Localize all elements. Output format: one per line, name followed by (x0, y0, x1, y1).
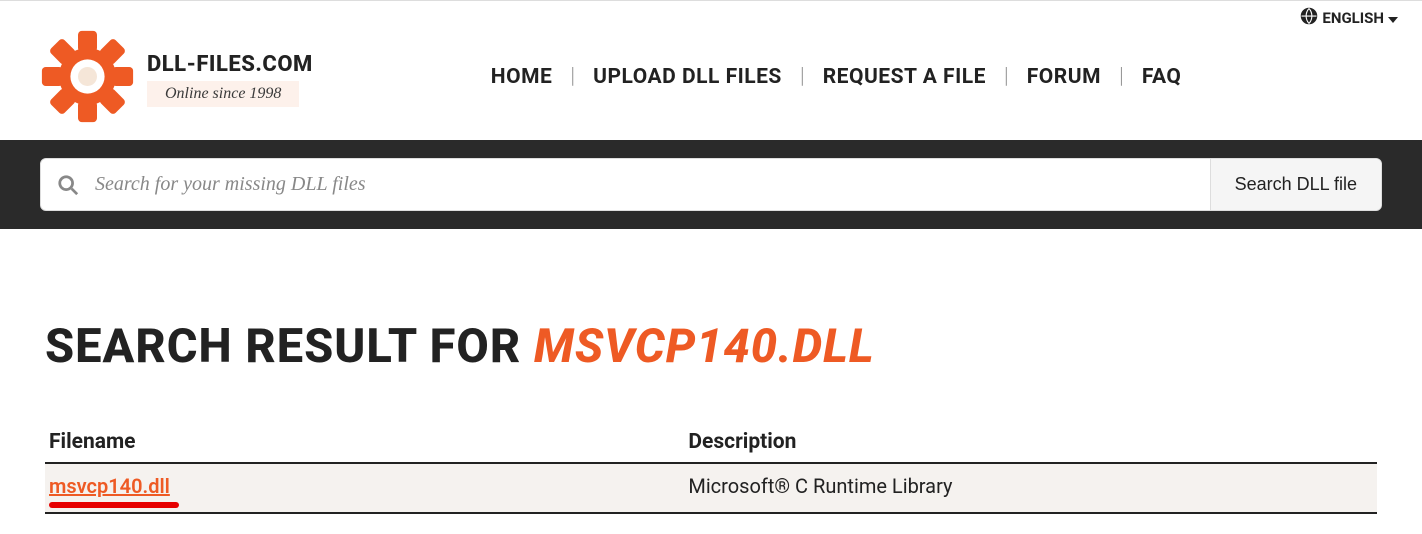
page-title: SEARCH RESULT FOR MSVCP140.DLL (45, 319, 1377, 374)
language-selector[interactable]: ENGLISH (1300, 7, 1398, 29)
highlight-underline (49, 502, 179, 508)
tagline: Online since 1998 (147, 81, 299, 107)
nav-home[interactable]: HOME (473, 65, 571, 89)
title-query: MSVCP140.DLL (534, 319, 875, 374)
logo-block[interactable]: DLL-FILES.COM Online since 1998 (40, 29, 313, 124)
column-header-filename: Filename (45, 422, 684, 463)
title-prefix: SEARCH RESULT FOR (45, 319, 534, 374)
file-link-text: msvcp140.dll (49, 474, 170, 498)
results-table: Filename Description msvcp140.dll Micros… (45, 422, 1377, 514)
nav-request[interactable]: REQUEST A FILE (805, 65, 1004, 89)
brand-name: DLL-FILES.COM (147, 52, 313, 77)
file-link[interactable]: msvcp140.dll (49, 474, 170, 498)
content: SEARCH RESULT FOR MSVCP140.DLL Filename … (0, 229, 1422, 534)
header: DLL-FILES.COM Online since 1998 HOME | U… (0, 29, 1422, 140)
column-header-description: Description (684, 422, 1377, 463)
nav-forum[interactable]: FORUM (1009, 65, 1119, 89)
language-label: ENGLISH (1322, 9, 1384, 27)
globe-icon (1300, 7, 1318, 29)
search-bar: Search DLL file (0, 140, 1422, 229)
search-button[interactable]: Search DLL file (1210, 159, 1381, 210)
nav-upload[interactable]: UPLOAD DLL FILES (575, 65, 800, 89)
caret-down-icon (1388, 9, 1398, 27)
search-icon (41, 159, 91, 210)
gear-logo-icon (40, 29, 135, 124)
nav-faq[interactable]: FAQ (1124, 65, 1200, 89)
main-nav: HOME | UPLOAD DLL FILES | REQUEST A FILE… (473, 64, 1200, 89)
search-input[interactable] (91, 159, 1210, 210)
